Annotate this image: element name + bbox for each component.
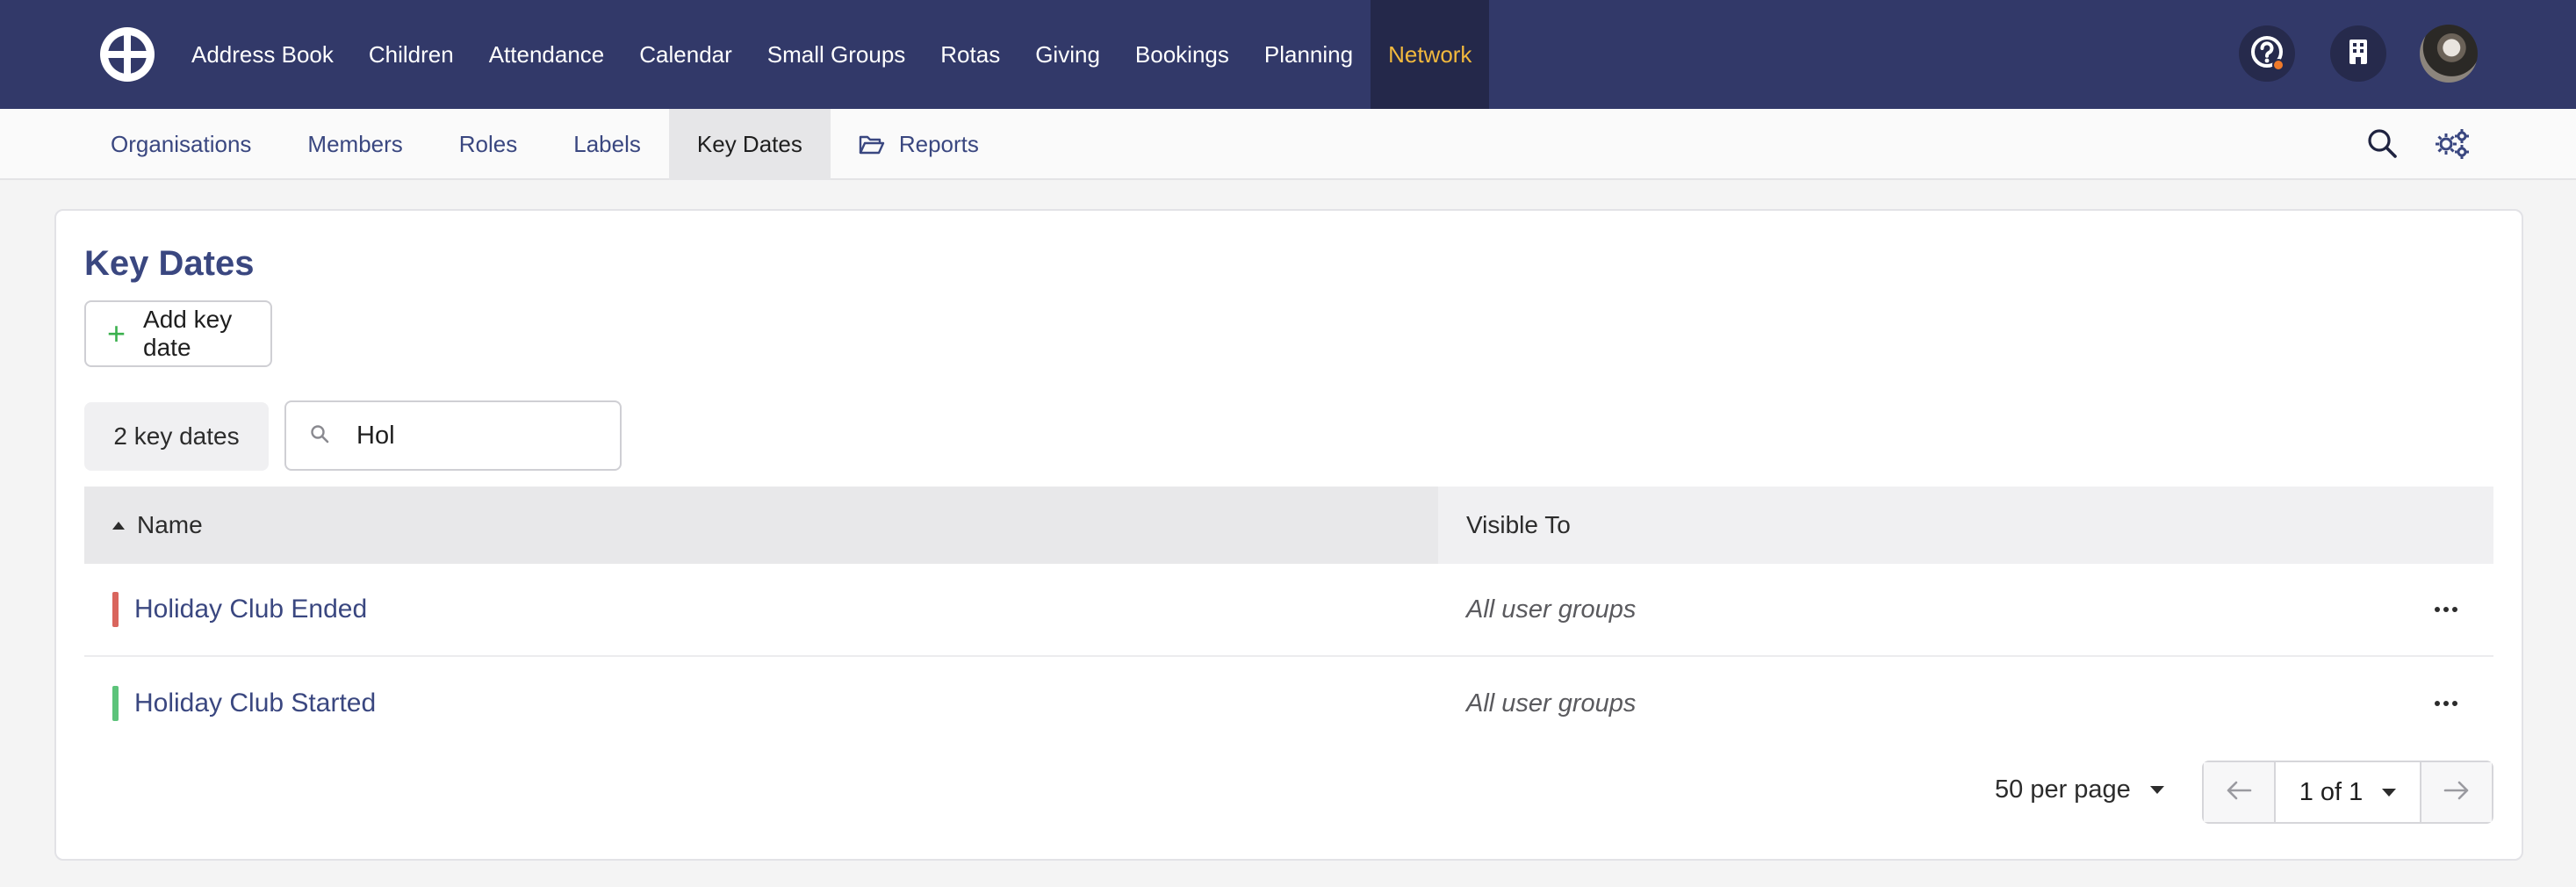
nav-planning[interactable]: Planning [1247, 0, 1371, 109]
tab-labels[interactable]: Labels [545, 109, 669, 180]
key-dates-card: Key Dates + Add key date 2 key dates Nam… [54, 209, 2523, 861]
next-page-button[interactable] [2420, 762, 2492, 822]
search-field[interactable] [284, 400, 622, 471]
app-logo-icon[interactable] [98, 25, 156, 83]
visible-to-cell: All user groups [1466, 595, 1637, 624]
key-dates-table: Name Visible To Holiday Club Ended All u… [84, 487, 2493, 750]
search-button[interactable] [2362, 125, 2402, 165]
tab-reports[interactable]: Reports [831, 109, 1007, 180]
help-button[interactable] [2239, 25, 2295, 82]
more-options-icon[interactable] [2428, 592, 2464, 627]
nav-network[interactable]: Network [1371, 0, 1490, 109]
nav-children[interactable]: Children [351, 0, 471, 109]
nav-rotas[interactable]: Rotas [923, 0, 1018, 109]
page-select[interactable]: 1 of 1 [2276, 762, 2420, 822]
previous-page-button[interactable] [2204, 762, 2276, 822]
tab-reports-label: Reports [898, 131, 979, 157]
sub-navigation: Organisations Members Roles Labels Key D… [0, 109, 2576, 180]
user-avatar[interactable] [2420, 25, 2478, 83]
column-header-visible-to: Visible To [1466, 511, 1571, 538]
name-cell: Holiday Club Started [84, 657, 1438, 750]
per-page-select[interactable]: 50 per page [1995, 759, 2164, 820]
search-icon [2366, 127, 2398, 163]
visible-to-cell: All user groups [1466, 689, 1637, 718]
nav-address-book[interactable]: Address Book [174, 0, 351, 109]
sort-ascending-icon [112, 521, 125, 530]
building-icon [2347, 39, 2370, 69]
nav-calendar[interactable]: Calendar [622, 0, 750, 109]
nav-small-groups[interactable]: Small Groups [750, 0, 924, 109]
folder-open-icon [859, 134, 885, 155]
more-options-icon[interactable] [2428, 686, 2464, 721]
key-date-link[interactable]: Holiday Club Ended [134, 595, 367, 624]
chevron-down-icon [2149, 785, 2164, 794]
search-icon [309, 423, 330, 449]
table-header: Name Visible To [84, 487, 2493, 564]
search-input[interactable] [356, 421, 602, 451]
color-marker [112, 686, 119, 721]
nav-attendance[interactable]: Attendance [471, 0, 622, 109]
nav-giving[interactable]: Giving [1018, 0, 1118, 109]
notification-dot [2272, 59, 2285, 71]
top-navigation: Address Book Children Attendance Calenda… [0, 0, 2576, 109]
per-page-label: 50 per page [1995, 775, 2131, 804]
tab-key-dates[interactable]: Key Dates [668, 109, 831, 180]
table-row: Holiday Club Ended All user groups [84, 564, 2493, 657]
tab-organisations[interactable]: Organisations [83, 109, 279, 180]
add-key-date-button[interactable]: + Add key date [84, 300, 272, 367]
pagination: 1 of 1 [2202, 761, 2493, 824]
results-count: 2 key dates [84, 402, 269, 471]
table-row: Holiday Club Started All user groups [84, 657, 2493, 750]
color-marker [112, 592, 119, 627]
page-label: 1 of 1 [2299, 777, 2364, 806]
column-header-name[interactable]: Name [84, 487, 1438, 564]
organisation-button[interactable] [2330, 25, 2386, 82]
arrow-right-icon [2443, 780, 2470, 805]
chevron-down-icon [2382, 788, 2397, 797]
name-cell: Holiday Club Ended [84, 564, 1438, 655]
sub-menu: Organisations Members Roles Labels Key D… [83, 109, 1007, 180]
gears-icon [2433, 126, 2472, 164]
page-title: Key Dates [84, 244, 255, 283]
settings-button[interactable] [2432, 125, 2472, 165]
add-key-date-label: Add key date [143, 306, 233, 361]
tab-members[interactable]: Members [279, 109, 430, 180]
main-menu: Address Book Children Attendance Calenda… [174, 0, 1490, 109]
plus-icon: + [107, 315, 126, 351]
column-header-name-label: Name [137, 511, 203, 538]
tab-roles[interactable]: Roles [431, 109, 545, 180]
nav-bookings[interactable]: Bookings [1118, 0, 1247, 109]
key-date-link[interactable]: Holiday Club Started [134, 689, 376, 718]
arrow-left-icon [2226, 780, 2252, 805]
